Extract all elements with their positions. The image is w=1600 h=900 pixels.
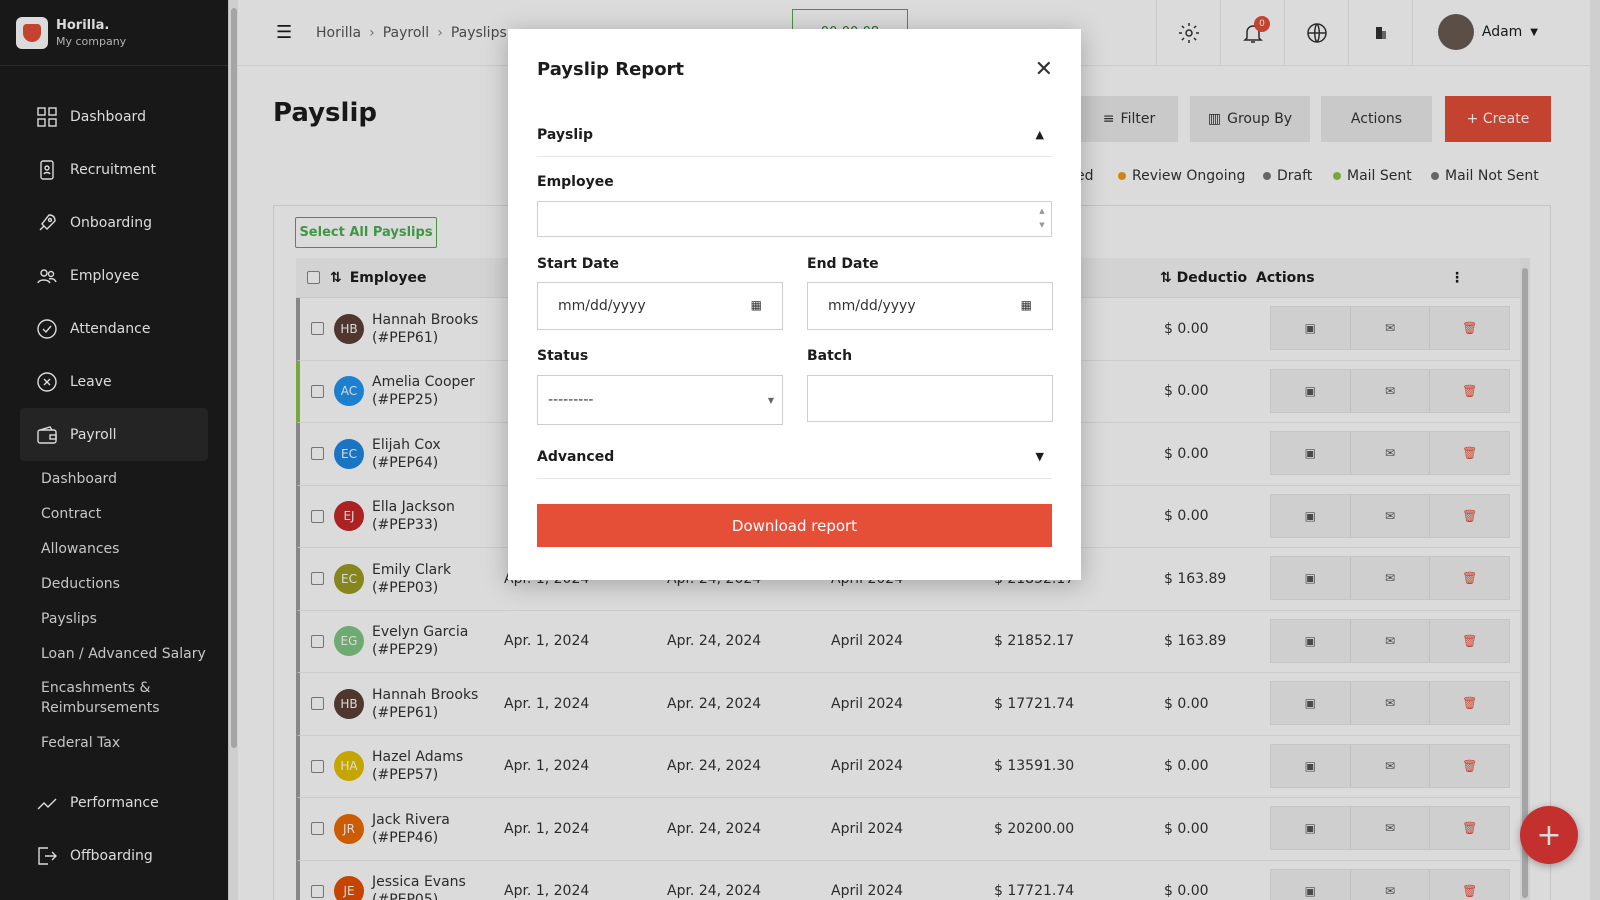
status-label: Status — [537, 348, 589, 364]
download-label: Download report — [731, 516, 858, 535]
status-select[interactable]: --------- ▼ — [537, 375, 783, 425]
payslip-report-modal: Payslip Report ✕ Payslip ▲ Employee ▲ ▼ S… — [508, 29, 1081, 580]
payslip-section-toggle[interactable]: Payslip ▲ — [537, 113, 1052, 157]
calendar-icon[interactable]: ▦ — [751, 298, 762, 312]
section-label: Payslip — [537, 126, 593, 143]
date-placeholder: mm/dd/yyyy — [828, 298, 916, 314]
caret-up-icon: ▲ — [1035, 128, 1044, 141]
close-icon[interactable]: ✕ — [1035, 59, 1053, 81]
date-placeholder: mm/dd/yyyy — [558, 298, 646, 314]
batch-label: Batch — [807, 348, 853, 364]
employee-label: Employee — [537, 174, 614, 190]
start-date-label: Start Date — [537, 256, 619, 272]
advanced-section-toggle[interactable]: Advanced ▼ — [537, 435, 1052, 479]
end-date-field[interactable]: mm/dd/yyyy ▦ — [807, 282, 1053, 330]
batch-field[interactable] — [807, 375, 1053, 422]
end-date-label: End Date — [807, 256, 879, 272]
calendar-icon[interactable]: ▦ — [1021, 298, 1032, 312]
status-value: --------- — [548, 392, 594, 408]
caret-down-icon: ▼ — [1035, 450, 1044, 463]
start-date-field[interactable]: mm/dd/yyyy ▦ — [537, 282, 783, 330]
section-label: Advanced — [537, 448, 615, 465]
download-report-button[interactable]: Download report — [537, 504, 1052, 547]
caret-down-icon: ▼ — [767, 396, 774, 405]
modal-title: Payslip Report — [537, 59, 685, 80]
employee-field[interactable]: ▲ ▼ — [537, 201, 1052, 237]
scroll-arrows-icon: ▲ ▼ — [1039, 207, 1045, 229]
